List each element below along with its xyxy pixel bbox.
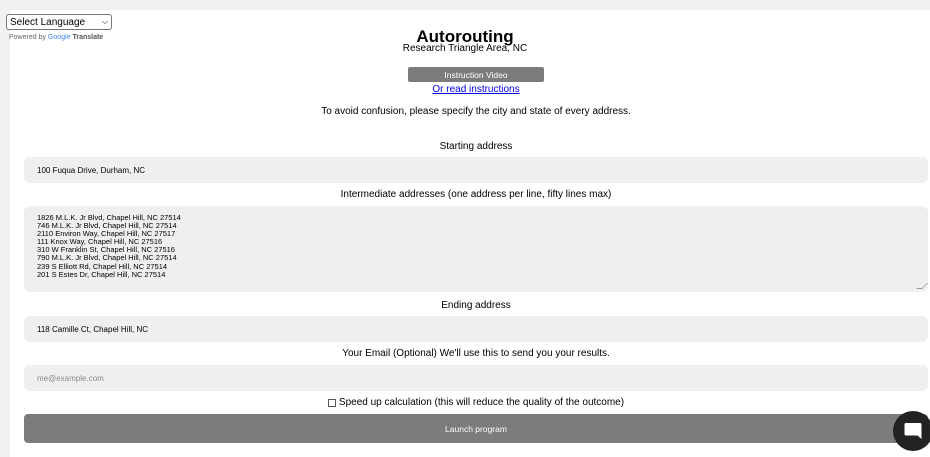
ending-address-input[interactable]: 118 Camille Ct, Chapel Hill, NC <box>24 316 928 342</box>
page-subtitle: Research Triangle Area, NC <box>402 43 528 54</box>
language-select-label: Select Language <box>10 16 86 28</box>
resize-handle[interactable] <box>916 283 928 289</box>
ending-address-label: Ending address <box>441 300 511 311</box>
address-notice: To avoid confusion, please specify the c… <box>321 106 631 117</box>
chat-widget-button[interactable] <box>893 411 930 451</box>
email-input[interactable]: me@example.com <box>24 365 928 391</box>
address-line: 239 S Elliott Rd, Chapel Hill, NC 27514 <box>37 261 168 271</box>
launch-program-button[interactable]: Launch program <box>24 414 928 443</box>
starting-address-label: Starting address <box>439 141 513 152</box>
read-instructions-link-text[interactable]: Or read instructions <box>432 84 519 95</box>
email-placeholder: me@example.com <box>37 373 104 383</box>
starting-address-input[interactable]: 100 Fuqua Drive, Durham, NC <box>24 157 928 183</box>
address-line: 2110 Environ Way, Chapel Hill, NC 27517 <box>37 229 176 239</box>
chat-bubble-icon <box>904 423 922 439</box>
read-instructions-link: Or read instructions <box>0 84 930 95</box>
speed-up-label[interactable]: Speed up calculation (this will reduce t… <box>339 397 624 408</box>
top-bar <box>0 0 930 10</box>
starting-address-value: 100 Fuqua Drive, Durham, NC <box>37 165 146 175</box>
intermediate-addresses-label: Intermediate addresses (one address per … <box>340 189 612 200</box>
email-label: Your Email (Optional) We'll use this to … <box>342 348 610 359</box>
speed-up-option: Speed up calculation (this will reduce t… <box>0 397 930 408</box>
speed-up-checkbox[interactable] <box>327 398 336 407</box>
chevron-down-icon: ⌵ <box>101 17 108 26</box>
ending-address-value: 118 Camille Ct, Chapel Hill, NC <box>37 324 148 334</box>
address-line: 790 M.L.K. Jr Blvd, Chapel Hill, NC 2751… <box>37 253 177 263</box>
intermediate-addresses-textarea[interactable]: 1826 M.L.K. Jr Blvd, Chapel Hill, NC 275… <box>24 206 928 292</box>
instruction-video-button[interactable]: Instruction Video <box>408 67 544 82</box>
address-line: 201 S Estes Dr, Chapel Hill, NC 27514 <box>37 269 166 279</box>
